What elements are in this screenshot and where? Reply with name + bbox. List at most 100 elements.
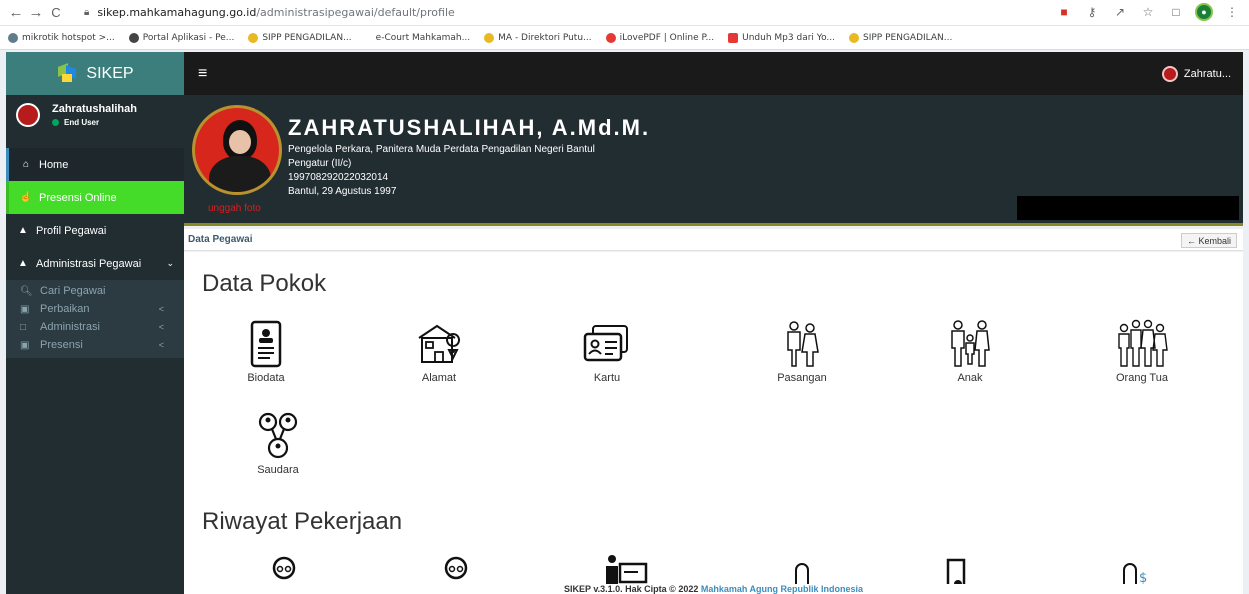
extension-icon[interactable]: ■ [1055,3,1073,21]
bookmark-item[interactable]: Portal Aplikasi - Pe... [128,32,234,43]
chevron-left-icon: < [158,340,164,350]
browser-toolbar: ← → C 🔒︎ sikep.mahkamahagung.go.id/admin… [0,0,1249,26]
tile-label: Alamat [421,372,457,384]
sidebar-item-label: Presensi [40,339,83,351]
bookmark-item[interactable]: iLovePDF | Online P... [605,32,714,43]
sidebar-user-panel: Zahratushalihah End User [6,95,184,145]
sidebar-item-label: Profil Pegawai [36,224,107,237]
tile-pasangan[interactable]: Pasangan [747,318,857,384]
id-card-icon [250,320,282,368]
section-title-data-pokok: Data Pokok [202,270,327,297]
section-title-riwayat-pekerjaan: Riwayat Pekerjaan [202,508,403,535]
calendar-icon: ▣ [20,303,30,315]
person-glasses-icon[interactable] [272,552,296,586]
sidebar-item-label: Perbaikan [40,303,90,315]
sidebar-item-presensi[interactable]: ▣ Presensi < [6,336,184,354]
profile-rank: Pengatur (II/c) [288,158,352,169]
breadcrumb-bar: Data Pegawai ← Kembali [184,229,1243,251]
chevron-down-icon: ⌄ [166,258,174,268]
tile-biodata[interactable]: Biodata [211,318,321,384]
document-icon[interactable] [944,556,968,586]
sidebar-item-presensi-online[interactable]: ☝ Presensi Online [6,181,184,214]
user-icon: ▲ [18,225,28,236]
url-path: /administrasipegawai/default/profile [256,6,455,19]
hand-pointer-icon: ☝ [19,192,33,203]
sidebar-item-label: Administrasi [40,321,100,333]
sidebar-item-administrasi[interactable]: □ Administrasi < [6,318,184,336]
user-icon: ▲ [18,258,28,269]
bookmark-item[interactable]: MA - Direktori Putu... [484,32,592,43]
user-menu[interactable]: Zahratu... [1161,66,1231,82]
parents-icon [1118,319,1168,367]
sidebar-item-profil-pegawai[interactable]: ▲ Profil Pegawai [6,214,184,247]
bookmark-item[interactable]: SIPP PENGADILAN... [248,32,352,43]
sidebar-item-label: Administrasi Pegawai [36,257,142,270]
sidebar-item-home[interactable]: ⌂ Home [6,148,184,181]
salary-icon[interactable]: $ [1120,558,1152,586]
sidebar-item-label: Presensi Online [39,191,117,204]
tile-label: Saudara [257,464,299,476]
bookmark-item[interactable]: mikrotik hotspot >... [8,32,115,43]
reload-icon[interactable]: C [46,5,66,20]
star-icon[interactable]: ☆ [1139,3,1157,21]
sidebar-item-perbaikan[interactable]: ▣ Perbaikan < [6,300,184,318]
footer-link[interactable]: Mahkamah Agung Republik Indonesia [701,584,863,594]
back-arrow-icon[interactable]: ← [6,4,26,21]
forward-arrow-icon[interactable]: → [26,4,46,21]
upload-photo-link[interactable]: unggah foto [208,203,261,214]
presentation-icon[interactable] [602,552,650,586]
window-icon[interactable]: □ [1167,3,1185,21]
profile-header: unggah foto ZAHRATUSHALIHAH, A.Md.M. Pen… [184,95,1243,226]
profile-avatar-icon[interactable]: ● [1195,3,1213,21]
breadcrumb: Data Pegawai [188,234,253,245]
app-logo-text: SIKEP [86,64,134,82]
home-icon: ⌂ [22,159,30,170]
tile-saudara[interactable]: Saudara [223,412,333,476]
sidebar-user-name: Zahratushalihah [52,103,137,115]
back-button[interactable]: ← Kembali [1180,233,1237,248]
redacted-box [1017,196,1239,220]
calendar-icon: ▣ [20,339,30,351]
sidebar-item-label: Home [39,158,69,171]
online-dot-icon [52,119,59,126]
app-header: SIKEP ≡ Zahratu... [6,52,1243,95]
profile-birth: Bantul, 29 Agustus 1997 [288,186,397,197]
square-icon: □ [20,321,27,333]
sidebar-item-administrasi-pegawai[interactable]: ▲ Administrasi Pegawai ⌄ [6,247,184,280]
chevron-left-icon: < [158,304,164,314]
hamburger-menu-icon[interactable]: ≡ [198,65,207,83]
person-outline-icon[interactable] [790,558,814,586]
bookmark-item[interactable]: Unduh Mp3 dari Yo... [728,32,835,43]
search-icon: 🔍︎ [20,285,33,297]
tile-alamat[interactable]: Alamat [384,318,494,384]
address-bar[interactable]: 🔒︎ sikep.mahkamahagung.go.id/administras… [84,6,455,19]
profile-nip: 199708292022032014 [288,172,389,183]
bookmark-item[interactable]: e-Court Mahkamah... [376,33,471,43]
tile-label: Pasangan [777,372,827,384]
footer-text: SIKEP v.3.1.0. Hak Cipta © 2022 [563,584,701,594]
url-host: sikep.mahkamahagung.go.id [97,6,257,19]
tile-orang-tua[interactable]: Orang Tua [1087,318,1197,384]
lock-icon: 🔒︎ [84,7,90,18]
menu-dots-icon[interactable]: ⋮ [1223,3,1241,21]
sidebar-submenu: 🔍︎ Cari Pegawai ▣ Perbaikan < □ Administ… [6,280,184,358]
bookmarks-bar: mikrotik hotspot >... Portal Aplikasi - … [0,26,1249,50]
tile-label: Biodata [247,372,285,384]
sidebar-item-cari-pegawai[interactable]: 🔍︎ Cari Pegawai [6,282,184,300]
profile-name: ZAHRATUSHALIHAH, A.Md.M. [288,115,651,140]
user-status: End User [52,118,137,127]
share-icon[interactable]: ↗ [1111,3,1129,21]
tile-label: Kartu [593,372,621,384]
profile-position: Pengelola Perkara, Panitera Muda Perdata… [288,144,595,155]
main-content: Data Pokok Biodata Alamat Kartu Pasangan… [184,252,1243,586]
user-menu-name: Zahratu... [1183,68,1231,80]
tile-kartu[interactable]: Kartu [552,318,662,384]
app-logo[interactable]: SIKEP [6,52,184,95]
bookmark-item[interactable]: SIPP PENGADILAN... [849,32,952,43]
key-icon[interactable]: ⚷ [1083,3,1101,21]
chevron-left-icon: < [158,322,164,332]
couple-icon [787,321,819,367]
sikep-logo-icon [56,62,78,83]
tile-anak[interactable]: Anak [915,318,1025,384]
person-glasses-icon[interactable] [444,552,468,586]
